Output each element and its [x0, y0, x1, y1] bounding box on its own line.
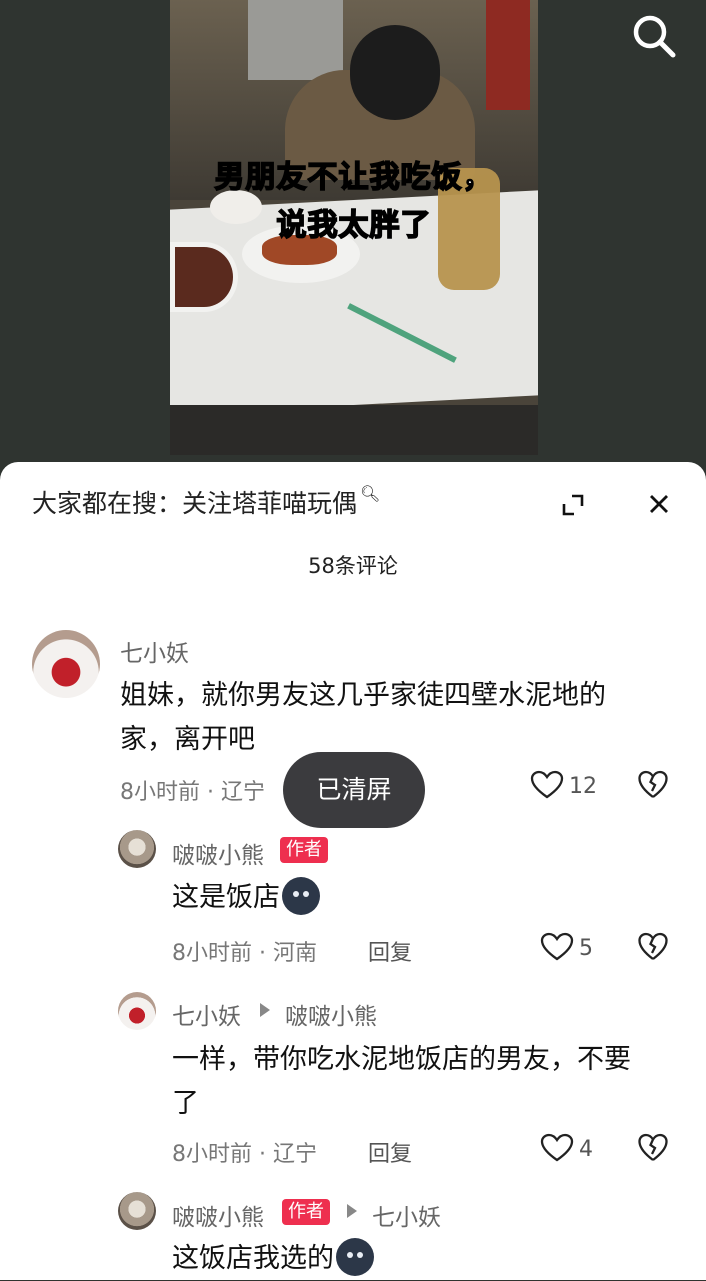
- heart-icon[interactable]: [540, 932, 574, 962]
- avatar[interactable]: [118, 1192, 156, 1230]
- author-badge: 作者: [282, 1199, 330, 1225]
- broken-heart-icon[interactable]: [638, 770, 668, 800]
- like-count: 5: [579, 936, 593, 961]
- video-caption-line2: 说我太胖了: [276, 207, 432, 244]
- comment-meta: 8小时前 · 河南: [172, 941, 317, 966]
- comment-time: 8小时前: [172, 941, 252, 966]
- author-badge: 作者: [280, 837, 328, 863]
- reply-to-username[interactable]: 啵啵小熊: [285, 997, 377, 1031]
- like-count: 4: [579, 1137, 593, 1162]
- comment-sheet: 大家都在搜：关注塔菲喵玩偶 🔍︎ 58条评论 七小妖 姐妹，就你男友这几乎家徒四壁…: [0, 462, 706, 1280]
- avatar[interactable]: [118, 992, 156, 1030]
- comment-location: 河南: [272, 941, 317, 966]
- comment-text: 这是饭店: [172, 876, 320, 920]
- trending-search[interactable]: 大家都在搜：关注塔菲喵玩偶 🔍︎: [32, 484, 380, 520]
- broken-heart-icon[interactable]: [638, 932, 668, 962]
- video-person-head: [350, 25, 440, 120]
- like-count: 12: [569, 774, 597, 799]
- emoji-icon: [282, 876, 320, 915]
- comment-time: 8小时前: [172, 1142, 252, 1167]
- comment-meta: 8小时前 · 辽宁: [120, 780, 265, 805]
- comment-text-line1: 一样，带你吃水泥地饭店的男友，不要: [172, 1044, 631, 1075]
- comment-username[interactable]: 七小妖: [120, 634, 189, 668]
- reply-button[interactable]: 回复: [368, 935, 412, 967]
- video-red-banner: [486, 0, 530, 110]
- comment-location: 辽宁: [220, 780, 265, 805]
- avatar[interactable]: [32, 630, 100, 698]
- comment-text-line1: 姐妹，就你男友这几乎家徒四壁水泥地的: [120, 680, 606, 711]
- comment-username[interactable]: 啵啵小熊: [172, 836, 264, 870]
- comment-text-content: 这是饭店: [172, 882, 280, 913]
- comment-text-content: 这饭店我选的: [172, 1243, 334, 1274]
- clear-screen-toast: 已清屏: [283, 752, 425, 828]
- broken-heart-icon[interactable]: [638, 1133, 668, 1163]
- comment-text: 这饭店我选的: [172, 1237, 374, 1281]
- video-caption-line1: 男朋友不让我吃饭，: [214, 159, 494, 196]
- comment-meta: 8小时前 · 辽宁: [172, 1142, 317, 1167]
- expand-icon[interactable]: [560, 492, 586, 518]
- reply-to-username[interactable]: 七小妖: [372, 1198, 441, 1232]
- comment-count: 58条评论: [308, 554, 398, 578]
- video-player[interactable]: 男朋友不让我吃饭， 说我太胖了: [0, 0, 706, 470]
- reply-arrow-icon: [260, 1003, 270, 1017]
- heart-icon[interactable]: [540, 1133, 574, 1163]
- comment-location: 辽宁: [272, 1142, 317, 1167]
- comment-username[interactable]: 七小妖: [172, 997, 241, 1031]
- comment-username[interactable]: 啵啵小熊: [172, 1198, 264, 1232]
- comment-text-line2: 了: [172, 1088, 199, 1119]
- comment-time: 8小时前: [120, 780, 200, 805]
- avatar[interactable]: [118, 830, 156, 868]
- emoji-icon: [336, 1237, 374, 1276]
- trending-query[interactable]: 关注塔菲喵玩偶: [182, 489, 357, 518]
- video-floor: [170, 405, 538, 455]
- close-icon[interactable]: [645, 490, 673, 518]
- reply-arrow-icon: [347, 1204, 357, 1218]
- trending-prefix: 大家都在搜：: [32, 489, 183, 518]
- video-doorway: [248, 0, 343, 80]
- search-icon[interactable]: [630, 12, 678, 60]
- reply-button[interactable]: 回复: [368, 1136, 412, 1168]
- video-bowl: [170, 242, 238, 312]
- comment-text-line2: 家，离开吧: [120, 724, 255, 755]
- search-small-icon: 🔍︎: [360, 484, 381, 503]
- heart-icon[interactable]: [530, 770, 564, 800]
